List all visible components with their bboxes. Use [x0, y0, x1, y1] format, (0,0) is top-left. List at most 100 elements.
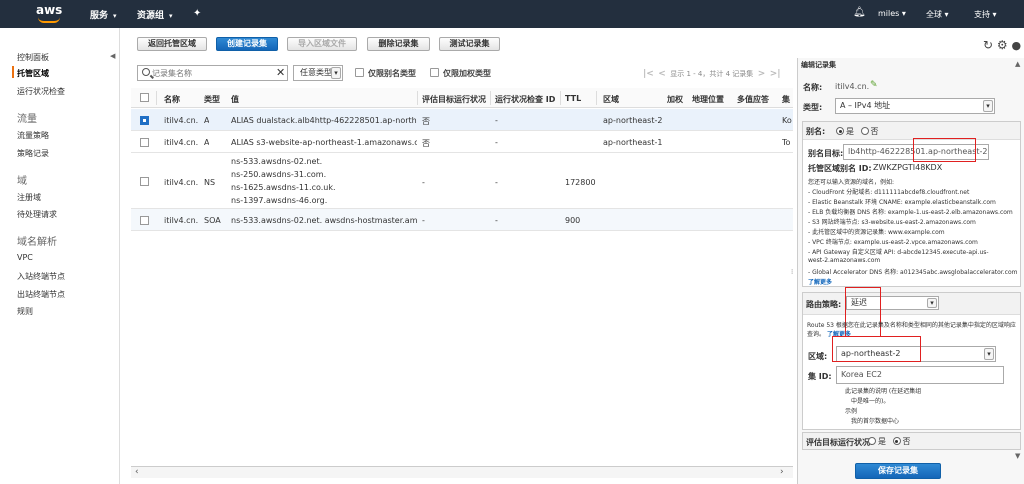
table-row[interactable]: itilv4.cn. SOA ns-533.awsdns-02.net. aws… [131, 209, 793, 231]
name-value: itilv4.cn. [835, 82, 870, 91]
routing-policy-label: 路由策略: [806, 300, 842, 309]
record-search-input[interactable] [152, 67, 270, 79]
sidebar-item-traffic-policies[interactable]: 流量策略 [17, 130, 49, 141]
region-menu[interactable]: 全球 ▾ [926, 9, 949, 20]
alias-only-filter[interactable]: 仅限别名类型 [355, 68, 416, 79]
column-header-value[interactable]: 值 [231, 94, 239, 105]
cell-value-line: ns-1625.awsdns-11.co.uk. [231, 183, 336, 192]
table-row[interactable]: itilv4.cn. A ALIAS dualstack.alb4http-46… [131, 109, 793, 131]
column-divider [560, 91, 561, 105]
table-row[interactable]: itilv4.cn. NS ns-533.awsdns-02.net. ns-2… [131, 153, 793, 209]
set-id-help-line: 我的首尔数据中心 [851, 418, 900, 425]
type-select[interactable]: A – IPv4 地址 ▾ [835, 98, 995, 114]
clear-search-icon[interactable]: ✕ [276, 66, 285, 79]
import-zone-file-button[interactable]: 导入区域文件 [287, 37, 357, 51]
sidebar-item-rules[interactable]: 规则 [17, 306, 33, 317]
highlight-box [832, 336, 921, 362]
user-menu[interactable]: miles ▾ [878, 9, 906, 18]
set-id-help-line: 示例 [845, 408, 858, 415]
cell-name: itilv4.cn. [164, 216, 199, 225]
row-checkbox[interactable] [140, 138, 149, 147]
region-label: 全球 [926, 10, 942, 19]
weighted-only-checkbox[interactable] [430, 68, 439, 77]
weighted-only-filter[interactable]: 仅限加权类型 [430, 68, 491, 79]
column-header-multivalue[interactable]: 多值应答 [737, 94, 769, 105]
pin-icon[interactable]: ✦ [193, 8, 201, 19]
support-menu[interactable]: 支持 ▾ [974, 9, 997, 20]
cell-value-line: ns-250.awsdns-31.com. [231, 170, 327, 179]
cell-region: ap-northeast-2 [603, 116, 663, 125]
bell-icon[interactable]: 🔔︎ [853, 7, 866, 18]
column-header-name[interactable]: 名称 [164, 94, 180, 105]
cell-health-check-id: - [495, 116, 498, 125]
edit-pencil-icon[interactable]: ✎ [870, 80, 878, 90]
sidebar-item-dashboard[interactable]: 控制面板 [17, 52, 49, 63]
test-record-set-button[interactable]: 测试记录集 [439, 37, 500, 51]
column-header-type[interactable]: 类型 [204, 94, 220, 105]
cell-set-id: To [782, 138, 791, 147]
cell-health-check-id: - [495, 178, 498, 187]
back-to-hosted-zones-button[interactable]: 返回托管区域 [137, 37, 207, 51]
scroll-right-icon[interactable]: › [780, 467, 784, 477]
column-header-region[interactable]: 区域 [603, 94, 619, 105]
prev-page-icon[interactable]: < [658, 69, 666, 79]
aws-logo[interactable]: aws [36, 3, 62, 23]
column-divider [417, 91, 418, 105]
next-page-icon[interactable]: > [758, 69, 766, 79]
sidebar-item-inbound-endpoints[interactable]: 入站终端节点 [17, 271, 65, 282]
table-horizontal-scrollbar[interactable]: ‹ › [131, 466, 793, 478]
evaluate-yes-radio[interactable] [868, 437, 876, 445]
scroll-down-icon[interactable]: ▼ [1015, 452, 1020, 460]
record-type-select[interactable]: 任意类型 ▾ [293, 65, 343, 81]
cell-name: itilv4.cn. [164, 138, 199, 147]
help-text-line: west-2.amazonaws.com [808, 257, 881, 264]
scroll-up-icon[interactable]: ▲ [1015, 60, 1020, 68]
services-label: 服务 [90, 11, 109, 21]
table-row[interactable]: itilv4.cn. A ALIAS s3-website-ap-northea… [131, 131, 793, 153]
set-id-help-line: 中是唯一的)。 [851, 398, 890, 405]
alias-only-checkbox[interactable] [355, 68, 364, 77]
refresh-icon[interactable]: ↻ [983, 38, 993, 52]
delete-record-set-button[interactable]: 删除记录集 [367, 37, 430, 51]
gear-icon[interactable]: ⚙ [997, 38, 1008, 52]
sidebar-item-hosted-zones[interactable]: 托管区域 [17, 68, 49, 79]
column-header-evaluate-health[interactable]: 评估目标运行状况 [422, 94, 486, 105]
row-checkbox[interactable] [140, 177, 149, 186]
sidebar-section-domains: 域 [17, 176, 27, 187]
column-header-ttl[interactable]: TTL [565, 94, 581, 103]
column-header-geolocation[interactable]: 地理位置 [692, 94, 724, 105]
chevron-down-icon: ▾ [331, 67, 341, 79]
chevron-down-icon: ▾ [927, 298, 937, 308]
sidebar-item-policy-records[interactable]: 策略记录 [17, 148, 49, 159]
sidebar-item-outbound-endpoints[interactable]: 出站终端节点 [17, 289, 65, 300]
help-icon[interactable]: ● [1011, 39, 1021, 52]
alias-learn-more-link[interactable]: 了解更多 [808, 277, 832, 286]
sidebar-item-registered-domains[interactable]: 注册域 [17, 192, 41, 203]
pagination: |< < 显示 1 - 4，共计 4 记录集 > >| [643, 69, 781, 79]
sidebar-collapse-icon[interactable]: ◀ [110, 52, 115, 60]
last-page-icon[interactable]: >| [770, 69, 781, 79]
services-menu[interactable]: 服务 ▾ [90, 8, 117, 21]
scroll-left-icon[interactable]: ‹ [135, 467, 139, 477]
cell-evaluate-health: - [422, 178, 425, 187]
resource-groups-label: 资源组 [137, 11, 165, 21]
evaluate-no-radio[interactable] [892, 437, 901, 445]
panel-splitter-handle[interactable]: ⁞ [791, 268, 793, 276]
create-record-set-button[interactable]: 创建记录集 [216, 37, 278, 51]
alias-yes-radio[interactable] [836, 127, 844, 135]
sidebar-item-health-checks[interactable]: 运行状况检查 [17, 86, 65, 97]
set-id-help-line: 此记录集的说明 (在延迟集组 [845, 388, 922, 395]
column-header-set-id[interactable]: 集 [782, 94, 790, 105]
set-id-input[interactable]: Korea EC2 [836, 366, 1004, 384]
first-page-icon[interactable]: |< [643, 69, 654, 79]
select-all-checkbox[interactable] [140, 93, 149, 102]
row-checkbox[interactable] [140, 116, 149, 125]
resource-groups-menu[interactable]: 资源组 ▾ [137, 8, 173, 21]
sidebar-item-pending-requests[interactable]: 待处理请求 [17, 209, 57, 220]
row-checkbox[interactable] [140, 216, 149, 225]
save-record-set-button[interactable]: 保存记录集 [855, 463, 941, 479]
column-header-weighted[interactable]: 加权 [667, 94, 683, 105]
sidebar-item-vpc[interactable]: VPC [17, 253, 33, 262]
column-header-health-check-id[interactable]: 运行状况检查 ID [495, 94, 555, 105]
alias-no-radio[interactable] [860, 127, 869, 135]
